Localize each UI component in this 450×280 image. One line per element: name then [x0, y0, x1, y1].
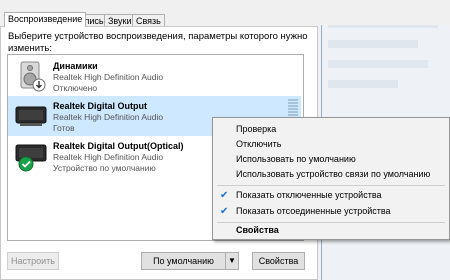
background-row — [328, 80, 398, 88]
device-status: Устройство по умолчанию — [53, 163, 156, 173]
device-item-speakers[interactable]: Динамики Realtek High Definition Audio О… — [8, 56, 301, 96]
menu-item-test[interactable]: Проверка — [213, 122, 449, 137]
device-name: Realtek Digital Output(Optical) — [53, 141, 184, 151]
menu-item-properties[interactable]: Свойства — [213, 223, 449, 238]
tab-sounds[interactable]: Звуки — [104, 14, 136, 26]
menu-item-show-disconnected[interactable]: ✔ Показать отсоединенные устройства — [213, 204, 449, 219]
menu-item-label: Показать отсоединенные устройства — [236, 206, 391, 216]
background-row — [328, 60, 428, 68]
chevron-down-icon: ▼ — [228, 256, 236, 265]
checkmark-icon: ✔ — [220, 190, 229, 201]
background-row — [328, 40, 418, 48]
menu-item-label: Показать отключенные устройства — [236, 190, 382, 200]
configure-button[interactable]: Настроить — [7, 252, 59, 270]
set-default-button[interactable]: По умолчанию — [141, 252, 226, 270]
checkmark-icon: ✔ — [220, 206, 229, 217]
instruction-text: Выберите устройство воспроизведения, пар… — [8, 31, 308, 54]
menu-item-label: Свойства — [236, 225, 279, 235]
device-status: Готов — [53, 123, 75, 133]
device-name: Realtek Digital Output — [53, 101, 148, 111]
tab-communications[interactable]: Связь — [132, 14, 165, 26]
device-name: Динамики — [53, 61, 98, 71]
set-default-dropdown-button[interactable]: ▼ — [225, 252, 239, 270]
menu-item-label: Проверка — [236, 124, 277, 134]
context-menu: Проверка Отключить Использовать по умолч… — [212, 117, 450, 240]
device-description: Realtek High Definition Audio — [53, 112, 164, 122]
tab-bar: Воспроизведение Запись Звуки Связь — [0, 0, 450, 27]
tab-playback[interactable]: Воспроизведение — [4, 12, 87, 27]
menu-separator — [217, 185, 445, 186]
menu-item-set-default[interactable]: Использовать по умолчанию — [213, 152, 449, 167]
device-description: Realtek High Definition Audio — [53, 152, 164, 162]
menu-item-disable[interactable]: Отключить — [213, 137, 449, 152]
device-status: Отключено — [53, 83, 98, 93]
menu-item-show-disabled[interactable]: ✔ Показать отключенные устройства — [213, 188, 449, 203]
menu-item-set-default-communication[interactable]: Использовать устройство связи по умолчан… — [213, 167, 449, 182]
menu-item-label: Использовать устройство связи по умолчан… — [236, 169, 431, 179]
digital-output-icon — [15, 106, 47, 126]
speaker-icon — [20, 61, 46, 92]
device-description: Realtek High Definition Audio — [53, 72, 164, 82]
optical-output-icon — [15, 144, 47, 172]
menu-item-label: Отключить — [236, 139, 282, 149]
properties-button[interactable]: Свойства — [252, 252, 305, 270]
menu-item-label: Использовать по умолчанию — [236, 154, 356, 164]
